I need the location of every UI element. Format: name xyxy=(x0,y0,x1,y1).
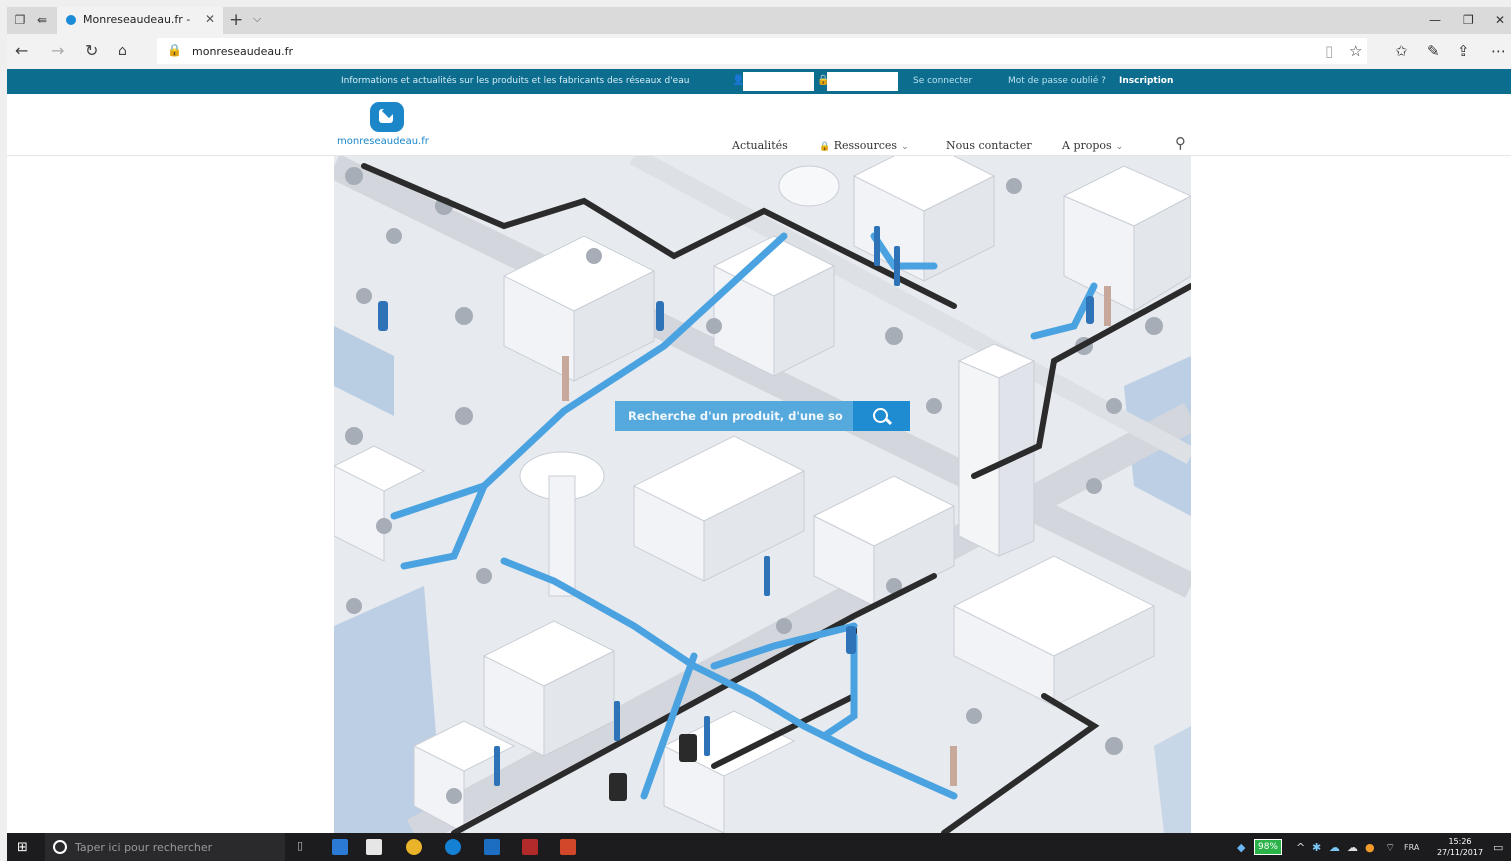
edge-icon[interactable] xyxy=(445,839,461,855)
site-topbar: Informations et actualités sur les produ… xyxy=(7,69,1511,94)
nav-label: Ressources xyxy=(833,139,898,152)
share-icon[interactable]: ⇪ xyxy=(1457,42,1470,60)
logo-icon[interactable] xyxy=(370,102,404,132)
login-link[interactable]: Se connecter xyxy=(913,76,972,86)
nav-contact[interactable]: Nous contacter xyxy=(946,139,1032,152)
nav-actualites[interactable]: Actualités xyxy=(732,139,788,152)
chevron-down-icon: ⌄ xyxy=(901,142,909,152)
site-header: monreseaudeau.fr Actualités 🔒 Ressources… xyxy=(7,94,1511,156)
taskbar-search-placeholder: Taper ici pour rechercher xyxy=(75,841,213,854)
taskbar-search-box[interactable]: Taper ici pour rechercher xyxy=(45,833,285,861)
url-text: monreseaudeau.fr xyxy=(192,45,294,58)
tab-list-chevron-icon[interactable]: ⌵ xyxy=(253,12,261,26)
hero-search-button[interactable] xyxy=(853,401,910,431)
back-icon[interactable]: ← xyxy=(15,42,28,60)
chevron-down-icon: ⌄ xyxy=(1115,142,1124,152)
forgot-password-link[interactable]: Mot de passe oublié ? xyxy=(1008,76,1106,86)
city-map-illustration xyxy=(334,156,1191,833)
microphone-icon[interactable]: ▯ xyxy=(297,839,313,855)
logo-text[interactable]: monreseaudeau.fr xyxy=(337,136,429,147)
outlook-icon[interactable] xyxy=(484,839,500,855)
pen-icon[interactable]: ✎ xyxy=(1427,42,1440,60)
clock-time: 15:26 xyxy=(1448,837,1472,846)
windows-start-icon[interactable]: ⊞ xyxy=(17,840,28,855)
browser-window: ❐ ⇚ Monreseaudeau.fr - Info ✕ + ⌵ — ❐ ✕ … xyxy=(7,7,1511,833)
nav-label: A propos xyxy=(1062,139,1112,152)
refresh-icon[interactable]: ↻ xyxy=(85,42,98,60)
reading-view-icon[interactable]: ▯ xyxy=(1325,42,1333,60)
username-field[interactable] xyxy=(743,72,814,91)
windows-taskbar: ⊞ Taper ici pour rechercher ▯ ◆ 98% ^ ✱ … xyxy=(7,833,1511,861)
nav-lock-icon: 🔒 xyxy=(819,142,831,152)
restore-icon[interactable]: ❐ xyxy=(1463,13,1474,27)
browser-tab-active[interactable]: Monreseaudeau.fr - Info ✕ xyxy=(57,7,223,34)
hero-search-input[interactable] xyxy=(615,401,853,431)
nav-label: Actualités xyxy=(732,139,788,152)
clock[interactable]: 15:26 27/11/2017 xyxy=(1435,836,1485,858)
clock-date: 27/11/2017 xyxy=(1436,848,1484,857)
battery-indicator[interactable]: 98% xyxy=(1254,839,1282,855)
home-icon[interactable]: ⌂ xyxy=(118,42,127,60)
url-field[interactable]: 🔒 monreseaudeau.fr xyxy=(157,38,1367,64)
onedrive-icon[interactable]: ☁ xyxy=(1329,841,1340,854)
hero-search-bar xyxy=(615,401,910,431)
nav-ressources[interactable]: 🔒 Ressources ⌄ xyxy=(819,139,909,152)
password-field[interactable] xyxy=(827,72,898,91)
acrobat-icon[interactable] xyxy=(522,839,538,855)
file-explorer-icon[interactable] xyxy=(332,839,348,855)
lock-icon: 🔒 xyxy=(167,43,182,57)
more-icon[interactable]: ⋯ xyxy=(1491,42,1506,60)
topbar-info-text: Informations et actualités sur les produ… xyxy=(341,76,690,86)
tab-bar: ❐ ⇚ Monreseaudeau.fr - Info ✕ + ⌵ — ❐ ✕ xyxy=(7,7,1511,34)
nav-a-propos[interactable]: A propos ⌄ xyxy=(1062,139,1123,152)
language-indicator[interactable]: FRA xyxy=(1404,843,1419,852)
favorites-icon[interactable]: ✩ xyxy=(1395,42,1408,60)
cortana-icon xyxy=(53,840,67,854)
forward-icon[interactable]: → xyxy=(51,42,64,60)
network-icon[interactable]: ✱ xyxy=(1312,841,1321,854)
powerpoint-icon[interactable] xyxy=(560,839,576,855)
register-link[interactable]: Inscription xyxy=(1119,76,1173,86)
window-close-icon[interactable]: ✕ xyxy=(1495,13,1505,27)
tab-close-icon[interactable]: ✕ xyxy=(205,12,215,26)
minimize-icon[interactable]: — xyxy=(1429,13,1441,27)
nav-label: Nous contacter xyxy=(946,139,1032,152)
tab-preview-icon[interactable]: ❐ xyxy=(13,13,27,27)
chrome-icon[interactable] xyxy=(406,839,422,855)
show-hidden-icons-icon[interactable]: ^ xyxy=(1296,841,1305,854)
defender-icon[interactable]: ◆ xyxy=(1237,841,1245,854)
wifi-icon[interactable]: ⌔ xyxy=(1385,841,1395,855)
tab-favicon-icon xyxy=(66,15,76,25)
tab-title: Monreseaudeau.fr - Info xyxy=(83,13,193,26)
people-app-icon[interactable] xyxy=(366,839,382,855)
notifications-icon[interactable]: ▭ xyxy=(1493,841,1503,854)
new-tab-button[interactable]: + xyxy=(229,10,243,30)
search-icon[interactable]: ⚲ xyxy=(1175,134,1186,152)
set-aside-icon[interactable]: ⇚ xyxy=(35,13,49,27)
cloud-icon[interactable]: ☁ xyxy=(1347,841,1358,854)
favorite-star-icon[interactable]: ☆ xyxy=(1349,42,1362,60)
app-tray-icon[interactable]: ● xyxy=(1365,841,1375,854)
hero-illustration xyxy=(334,156,1191,833)
address-bar-row: ← → ↻ ⌂ 🔒 monreseaudeau.fr ▯ ☆ ✩ ✎ ⇪ ⋯ xyxy=(7,34,1511,69)
